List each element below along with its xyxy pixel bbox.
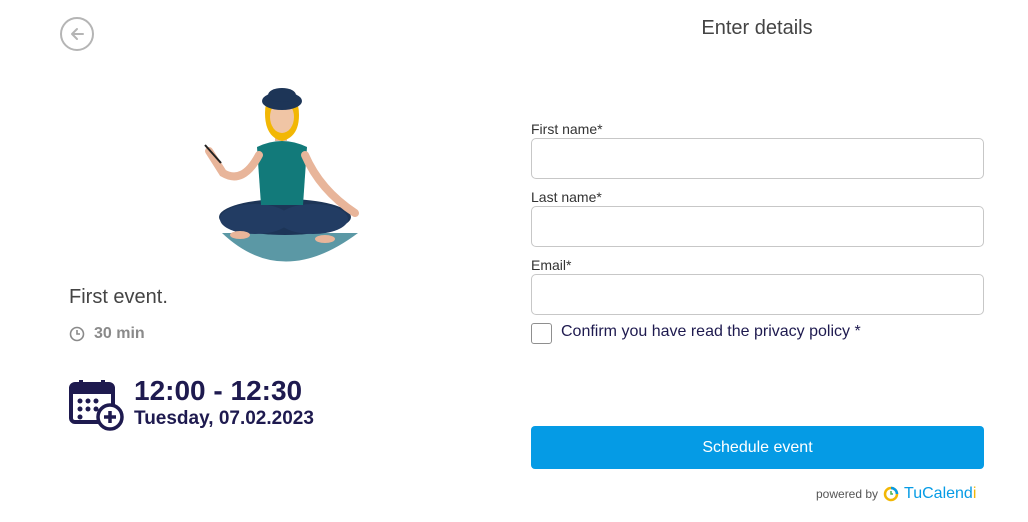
tucalendi-logo-icon (883, 486, 899, 502)
first-name-label: First name* (531, 121, 603, 137)
email-label: Email* (531, 257, 572, 273)
calendar-add-icon (69, 380, 124, 431)
schedule-event-button[interactable]: Schedule event (531, 426, 984, 469)
form-heading: Enter details (701, 17, 813, 39)
event-title: First event. (69, 286, 168, 308)
clock-icon (69, 326, 85, 342)
privacy-policy-label: Confirm you have read the privacy policy… (561, 323, 861, 340)
first-name-input[interactable] (531, 138, 984, 179)
duration-text: 30 min (94, 325, 145, 342)
back-button[interactable] (60, 17, 94, 51)
last-name-input[interactable] (531, 206, 984, 247)
meditation-illustration (204, 88, 359, 262)
time-range: 12:00 - 12:30 (134, 375, 303, 406)
event-date: Tuesday, 07.02.2023 (134, 408, 314, 429)
email-input[interactable] (531, 274, 984, 315)
powered-by-text: powered by (816, 487, 879, 501)
duration-info: 30 min (69, 325, 145, 343)
privacy-checkbox[interactable] (531, 323, 552, 344)
brand-name: TuCalendi (904, 485, 977, 502)
last-name-label: Last name* (531, 189, 602, 205)
back-arrow-icon (71, 28, 84, 40)
powered-by[interactable]: powered by TuCalendi (816, 485, 976, 503)
